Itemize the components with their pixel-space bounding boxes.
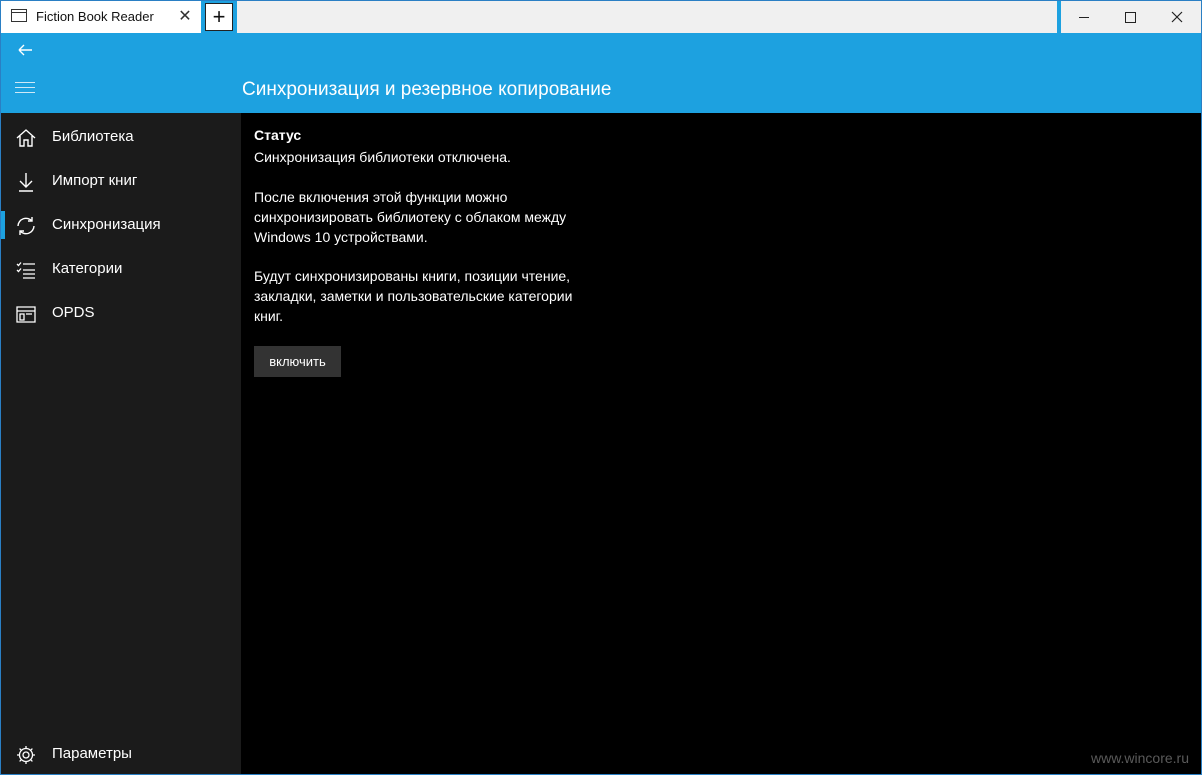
back-arrow-icon (18, 44, 32, 56)
sync-icon (17, 217, 35, 235)
sidebar-item-label: OPDS (52, 304, 95, 321)
app-header: Синхронизация и резервное копирование (1, 33, 1201, 113)
close-window-button[interactable] (1153, 1, 1201, 33)
checklist-icon (16, 262, 35, 279)
maximize-button[interactable] (1107, 1, 1153, 33)
home-icon (16, 129, 36, 147)
hamburger-menu-button[interactable] (15, 82, 37, 96)
close-icon (1171, 11, 1183, 23)
download-icon (19, 173, 33, 192)
back-button[interactable] (13, 39, 41, 61)
title-bar: Fiction Book Reader ✕ + (1, 1, 1201, 33)
catalog-icon (16, 306, 36, 323)
sync-details: Будут синхронизированы книги, позиции чт… (254, 268, 573, 324)
new-tab-button[interactable]: + (205, 3, 233, 31)
sidebar-item-sync[interactable]: Синхронизация (1, 203, 241, 247)
app-window: Fiction Book Reader ✕ + Синхронизация и … (0, 0, 1202, 775)
gear-icon (17, 746, 35, 764)
tab-close-button[interactable]: ✕ (173, 1, 197, 33)
sidebar: Библиотека Импорт книг Синхронизация Кат… (1, 113, 241, 774)
sidebar-item-library[interactable]: Библиотека (1, 115, 241, 159)
enable-sync-button[interactable]: включить (254, 346, 341, 377)
title-bar-drag-area[interactable] (237, 1, 1057, 33)
sidebar-item-import[interactable]: Импорт книг (1, 159, 241, 203)
sync-description: После включения этой функции можно синхр… (254, 189, 567, 245)
sidebar-item-opds[interactable]: OPDS (1, 291, 241, 335)
sidebar-item-categories[interactable]: Категории (1, 247, 241, 291)
sidebar-item-settings[interactable]: Параметры (1, 732, 241, 774)
page-title: Синхронизация и резервное копирование (242, 79, 612, 100)
status-text: Синхронизация библиотеки отключена. (254, 149, 511, 165)
minimize-button[interactable] (1061, 1, 1107, 33)
sidebar-item-label: Библиотека (52, 128, 134, 145)
main-content: Статус Синхронизация библиотеки отключен… (241, 113, 1201, 774)
sidebar-item-label: Категории (52, 260, 123, 277)
watermark: www.wincore.ru (1090, 750, 1189, 766)
status-heading: Статус (254, 127, 302, 143)
tab-title: Fiction Book Reader (36, 9, 154, 24)
sidebar-item-label: Импорт книг (52, 172, 138, 189)
settings-label: Параметры (52, 745, 132, 762)
app-tab[interactable]: Fiction Book Reader ✕ (1, 1, 201, 33)
window-icon (11, 9, 27, 22)
sidebar-item-label: Синхронизация (52, 216, 161, 233)
hamburger-icon (15, 82, 35, 83)
